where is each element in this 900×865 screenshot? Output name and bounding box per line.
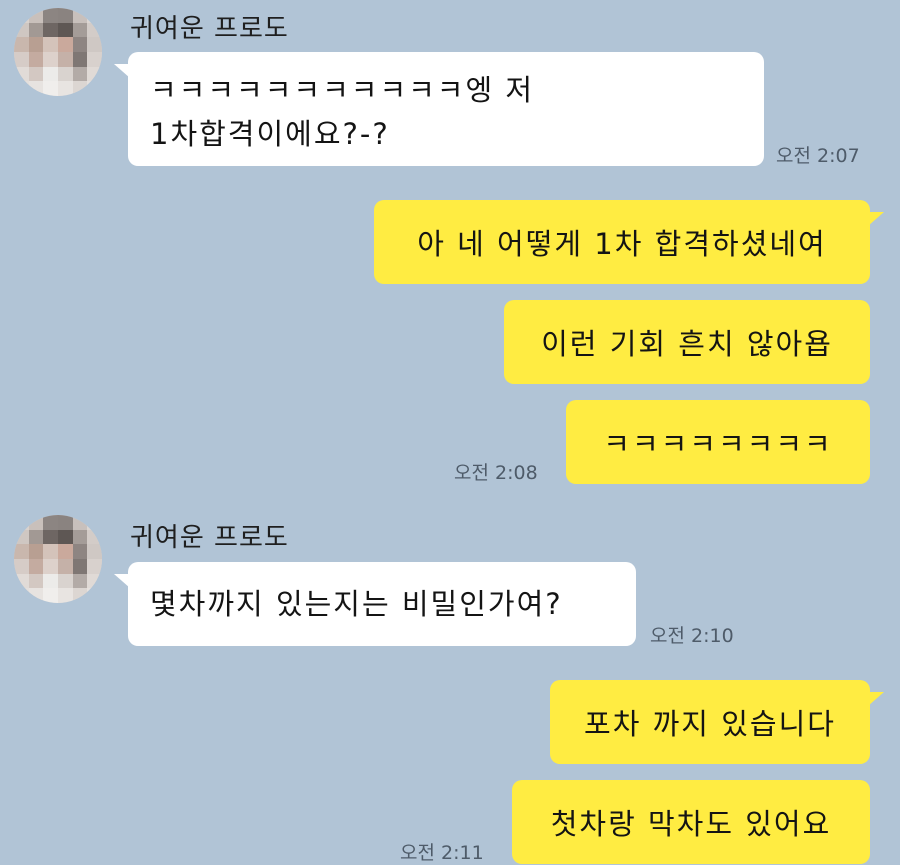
outgoing-message-bubble[interactable]: 포차 까지 있습니다 (550, 680, 884, 764)
outgoing-message-bubble[interactable]: ㅋㅋㅋㅋㅋㅋㅋㅋ (566, 400, 870, 484)
message-timestamp: 오전 2:07 (776, 145, 860, 167)
sender-name: 귀여운 프로도 (130, 14, 289, 44)
message-text: 포차 까지 있습니다 (584, 707, 836, 741)
message-text: ㅋㅋㅋㅋㅋㅋㅋㅋ (603, 427, 833, 461)
outgoing-message-bubble[interactable]: 이런 기회 흔치 않아욥 (504, 300, 870, 384)
message-timestamp: 오전 2:10 (650, 625, 734, 647)
outgoing-message-bubble[interactable]: 첫차랑 막차도 있어요 (512, 780, 870, 864)
message-text: 첫차랑 막차도 있어요 (550, 807, 832, 841)
sender-name: 귀여운 프로도 (130, 523, 289, 553)
message-text-line: 1차합격이에요?-? (150, 117, 390, 151)
message-timestamp: 오전 2:08 (454, 462, 538, 484)
incoming-message-bubble[interactable]: 몇차까지 있는지는 비밀인가여? (114, 562, 636, 646)
message-text-line: ㅋㅋㅋㅋㅋㅋㅋㅋㅋㅋㅋ엥 저 (150, 73, 535, 107)
incoming-message-bubble[interactable]: ㅋㅋㅋㅋㅋㅋㅋㅋㅋㅋㅋ엥 저 1차합격이에요?-? (114, 52, 764, 166)
message-text: 이런 기회 흔치 않아욥 (541, 327, 833, 361)
avatar-blurred[interactable] (14, 515, 102, 603)
avatar-blurred[interactable] (14, 8, 102, 96)
message-text: 몇차까지 있는지는 비밀인가여? (150, 587, 563, 621)
message-timestamp: 오전 2:11 (400, 842, 484, 864)
message-text: 아 네 어떻게 1차 합격하셨네여 (417, 227, 827, 261)
outgoing-message-bubble[interactable]: 아 네 어떻게 1차 합격하셨네여 (374, 200, 884, 284)
